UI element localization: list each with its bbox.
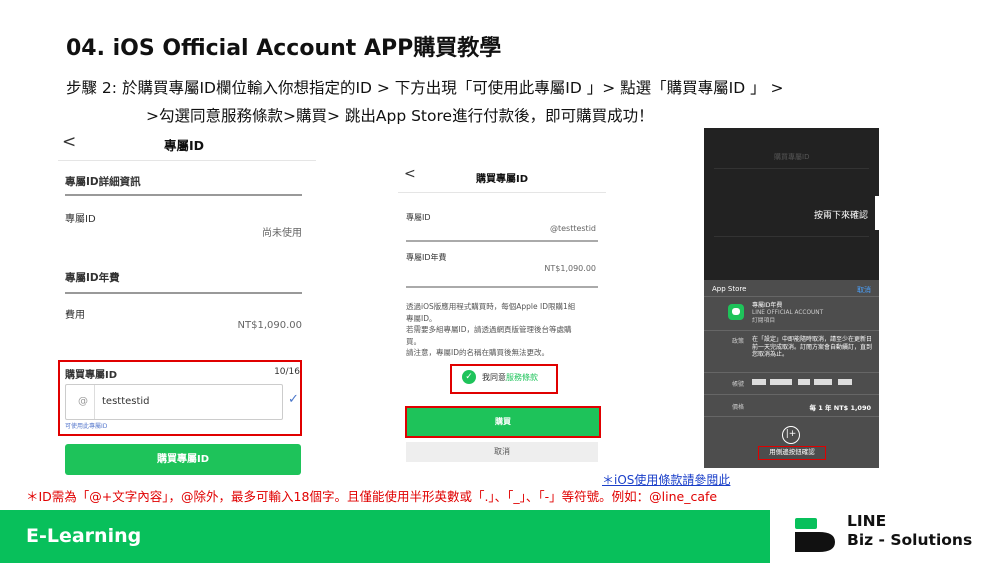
- divider: [704, 330, 879, 331]
- custom-id-input-value: testtestid: [102, 396, 150, 407]
- product-type: 訂閱項目: [752, 318, 776, 324]
- appstore-sheet: App Store 取消 專屬ID年費 LINE OFFICIAL ACCOUN…: [704, 280, 879, 468]
- note-line: 專屬ID。: [406, 313, 437, 323]
- buy-custom-id-button[interactable]: 購買專屬ID: [65, 444, 301, 475]
- id-rules-footnote: ＊ID需為「@+文字內容」，@除外，最多可輸入18個字。且僅能使用半形英數或「.…: [26, 489, 718, 504]
- char-counter: 10/16: [274, 367, 300, 377]
- fee-label: 專屬ID年費: [406, 253, 447, 262]
- divider: [704, 394, 879, 395]
- policy-label: 政策: [732, 338, 745, 345]
- id-label: 專屬ID: [406, 213, 431, 222]
- dimmed-header: 購買專屬ID: [774, 153, 810, 161]
- section-divider: [65, 194, 302, 196]
- appstore-title: App Store: [712, 285, 747, 293]
- double-click-hint: 按兩下來確認: [814, 211, 869, 221]
- note-line: 請注意，專屬ID的名稱在購買後無法更改。: [406, 348, 549, 357]
- line-biz-logo-icon: [795, 518, 835, 552]
- section-title-details: 專屬ID詳細資訊: [65, 176, 141, 188]
- line-app-icon: [728, 304, 744, 320]
- fee-value: NT$1,090.00: [544, 264, 596, 273]
- section-divider: [406, 240, 598, 242]
- divider: [704, 296, 879, 297]
- screen-appstore-payment: 購買專屬ID 按兩下來確認 App Store 取消 專屬ID年費 LINE O…: [704, 128, 879, 468]
- note-line: 若需要多組專屬ID，請透過網頁版管理後台等處購: [406, 325, 572, 334]
- account-redacted: [752, 379, 856, 385]
- logo-wordmark: LINE Biz - Solutions: [847, 512, 972, 550]
- cancel-button[interactable]: 取消: [406, 442, 598, 462]
- footer-bar: E-Learning: [0, 510, 770, 563]
- divider: [704, 372, 879, 373]
- screen-header: 專屬ID: [164, 138, 205, 153]
- note-line: 透過iOS版應用程式購買時，每個Apple ID限購1組: [406, 302, 576, 311]
- step-instruction-line2: >勾選同意服務條款>購買> 跳出App Store進行付款後，即可購買成功！: [146, 107, 654, 125]
- divider: [714, 168, 869, 169]
- screen-custom-id: < 專屬ID 專屬ID詳細資訊 專屬ID 尚未使用 專屬ID年費 費用 NT$1…: [58, 128, 316, 480]
- id-value: @testtestid: [549, 224, 596, 233]
- buy-id-label: 購買專屬ID: [65, 370, 118, 381]
- section-title-fee: 專屬ID年費: [65, 272, 120, 284]
- agree-prefix: 我同意: [482, 373, 506, 382]
- product-publisher: LINE OFFICIAL ACCOUNT: [752, 310, 824, 316]
- screen-header: 購買專屬ID: [476, 174, 529, 185]
- screen-purchase-id: < 購買專屬ID 專屬ID @testtestid 專屬ID年費 NT$1,09…: [398, 158, 606, 470]
- agree-terms-label: 我同意服務條款: [482, 372, 538, 383]
- input-separator: [94, 385, 95, 419]
- price-label: 價格: [732, 404, 745, 411]
- back-chevron-icon[interactable]: <: [62, 132, 76, 152]
- divider: [704, 416, 879, 417]
- available-hint: 可使用此專屬ID: [65, 423, 108, 430]
- divider: [398, 192, 606, 193]
- side-button-confirm-hint: 用側邊按鈕確認: [758, 446, 826, 460]
- section-divider: [65, 292, 302, 294]
- logo-line2: Biz - Solutions: [847, 531, 973, 549]
- fee-label: 費用: [65, 310, 85, 321]
- product-name: 專屬ID年費: [752, 302, 783, 309]
- side-button-indicator: [875, 196, 879, 230]
- side-button-icon: |+: [782, 426, 800, 444]
- custom-id-input[interactable]: @ testtestid: [65, 384, 283, 420]
- purchase-note: 透過iOS版應用程式購買時，每個Apple ID限購1組 專屬ID。 若需要多組…: [406, 301, 602, 359]
- price-value: 每 1 年 NT$ 1,090: [809, 404, 871, 412]
- footer-label: E-Learning: [26, 525, 142, 547]
- step-instruction-line1: 步驟 2: 於購買專屬ID欄位輸入你想指定的ID > 下方出現「可使用此專屬ID…: [66, 79, 784, 97]
- purchase-button[interactable]: 購買: [405, 406, 601, 438]
- check-icon: ✓: [288, 392, 299, 407]
- note-line: 買。: [406, 336, 421, 346]
- id-status-value: 尚未使用: [262, 228, 302, 239]
- checkbox-checked-icon[interactable]: ✓: [462, 370, 476, 384]
- divider: [58, 160, 316, 161]
- terms-link[interactable]: 服務條款: [506, 373, 538, 382]
- page-title: 04. iOS Official Account APP購買教學: [66, 36, 502, 61]
- policy-text: 在「設定」中即能隨時取消，請至少在更新日前一天完成取消。訂閱方案會自動續訂，直到…: [752, 336, 873, 358]
- section-divider: [406, 286, 598, 288]
- at-prefix: @: [78, 396, 88, 407]
- appstore-cancel-button[interactable]: 取消: [857, 285, 871, 295]
- fee-value: NT$1,090.00: [237, 320, 302, 331]
- id-label: 專屬ID: [65, 214, 96, 225]
- account-label: 帳號: [732, 381, 745, 388]
- back-chevron-icon[interactable]: <: [404, 166, 416, 182]
- logo-line1: LINE: [847, 512, 887, 530]
- divider: [714, 236, 869, 237]
